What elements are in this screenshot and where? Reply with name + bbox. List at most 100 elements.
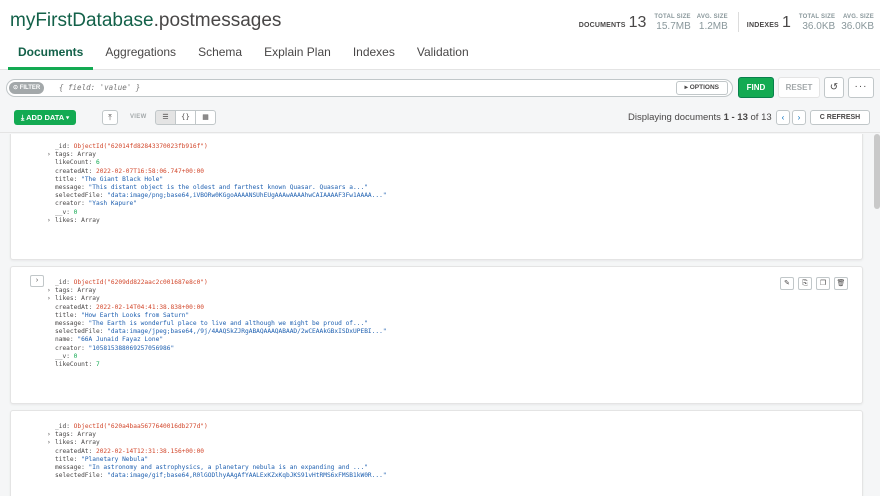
field-value: 0	[73, 352, 78, 360]
export-icon[interactable]: ⤒	[102, 110, 118, 125]
expand-document-icon[interactable]: ›	[30, 275, 44, 287]
reset-button[interactable]: RESET	[778, 77, 820, 98]
field-separator: :	[81, 319, 89, 327]
field-separator: :	[81, 344, 89, 352]
field-separator: :	[88, 159, 96, 167]
field-value: "105815388069257056986"	[88, 344, 175, 352]
field-value: "How Earth Looks from Saturn"	[81, 311, 190, 319]
filter-input[interactable]	[59, 80, 659, 96]
field-key: likes	[55, 439, 74, 447]
next-page-icon[interactable]: ›	[792, 110, 806, 125]
document-field: likeCount: 6	[55, 159, 387, 167]
expand-field-icon[interactable]: ›	[47, 431, 51, 439]
field-key: creator	[55, 344, 82, 352]
index-avg-size-value: 36.0KB	[841, 21, 874, 32]
tab-documents[interactable]: Documents	[8, 38, 94, 70]
field-separator: :	[88, 167, 96, 175]
document-field: _id: ObjectId("620a4baa5677640016db277d"…	[55, 423, 387, 431]
field-key: message	[55, 319, 82, 327]
tab-schema[interactable]: Schema	[188, 38, 252, 70]
query-toolbar: ⊙ FILTER ▸ OPTIONS FIND RESET ↺ ··· ⤓ AD…	[0, 71, 880, 133]
copy-document-icon[interactable]: ⎘	[798, 277, 812, 290]
document-field: title: "How Earth Looks from Saturn"	[55, 312, 387, 320]
index-total-size-value: 36.0KB	[802, 21, 836, 32]
stats-divider	[737, 12, 739, 32]
document-card: _id: ObjectId("620a4baa5677640016db277d"…	[10, 410, 863, 496]
field-value: "Planetary Nebula"	[81, 455, 149, 463]
field-separator: :	[66, 208, 74, 216]
options-button[interactable]: ▸ OPTIONS	[675, 81, 728, 95]
total-size-label: TOTAL SIZE	[654, 14, 691, 20]
field-separator: :	[73, 295, 82, 303]
document-field: › tags: Array	[47, 287, 387, 295]
expand-field-icon[interactable]: ›	[47, 439, 51, 447]
index-avg-size-label: AVG. SIZE	[842, 14, 874, 20]
field-key: title	[55, 455, 74, 463]
document-field: message: "This distant object is the old…	[55, 184, 387, 192]
list-view-icon[interactable]: ☰	[155, 110, 176, 125]
field-value: 6	[95, 159, 100, 167]
tab-aggregations[interactable]: Aggregations	[95, 38, 186, 70]
document-fields: _id: ObjectId("620a4baa5677640016db277d"…	[47, 423, 387, 480]
query-history-icon[interactable]: ↺	[824, 77, 844, 98]
displaying-range: 1 - 13	[723, 112, 748, 123]
indexes-count: 1	[781, 14, 791, 31]
prev-page-icon[interactable]: ‹	[776, 110, 790, 125]
field-separator: :	[81, 463, 89, 471]
field-key: selectedFile	[55, 192, 100, 200]
field-key: _id	[55, 279, 67, 286]
document-field: likeCount: 7	[55, 361, 387, 369]
more-options-icon[interactable]: ···	[848, 77, 874, 98]
field-key: title	[55, 311, 74, 319]
displaying-prefix: Displaying documents	[628, 112, 721, 123]
tab-explain-plan[interactable]: Explain Plan	[254, 38, 341, 70]
document-field: title: "The Giant Black Hole"	[55, 176, 387, 184]
document-field: name: "66A Junaid Fayaz Lone"	[55, 336, 387, 344]
field-separator: :	[66, 352, 74, 360]
document-field: › tags: Array	[47, 431, 387, 439]
edit-document-icon[interactable]: ✎	[780, 277, 794, 290]
field-value: 2022-02-07T16:58:06.747+00:00	[95, 167, 205, 175]
field-key: tags	[55, 287, 70, 295]
filter-pill-label: FILTER	[19, 85, 41, 91]
tab-indexes[interactable]: Indexes	[343, 38, 405, 70]
expand-field-icon[interactable]: ›	[47, 287, 51, 295]
database-name[interactable]: myFirstDatabase	[10, 10, 154, 31]
field-value: Array	[77, 287, 96, 295]
refresh-button[interactable]: C REFRESH	[810, 110, 870, 125]
collection-stats: DOCUMENTS 13 TOTAL SIZE 15.7MB AVG. SIZE…	[579, 10, 874, 32]
document-fields: _id: ObjectId("6209dd822aac2c001687e8c0"…	[47, 279, 387, 369]
add-data-button[interactable]: ⤓ ADD DATA ▾	[14, 110, 77, 125]
table-view-icon[interactable]: ▦	[195, 110, 216, 125]
documents-stat-label: DOCUMENTS	[578, 22, 626, 29]
field-value: ObjectId("62014fd82843370023fb916f")	[73, 143, 208, 150]
avg-size-value: 1.2MB	[698, 21, 728, 32]
field-separator: :	[73, 311, 82, 319]
expand-field-icon[interactable]: ›	[47, 217, 51, 225]
json-view-icon[interactable]: {}	[175, 110, 196, 125]
delete-document-icon[interactable]: 🗑	[834, 277, 848, 290]
tab-validation[interactable]: Validation	[407, 38, 479, 70]
scrollbar[interactable]	[874, 134, 880, 209]
index-total-size-stat: TOTAL SIZE 36.0KB	[799, 14, 835, 32]
field-value: 2022-02-14T12:31:38.156+00:00	[95, 447, 205, 455]
field-value: 0	[73, 208, 78, 216]
expand-field-icon[interactable]: ›	[47, 151, 51, 159]
expand-field-icon[interactable]: ›	[47, 295, 51, 303]
field-separator: :	[66, 423, 74, 430]
field-separator: :	[66, 279, 74, 286]
clone-document-icon[interactable]: ❐	[816, 277, 830, 290]
field-key: likes	[55, 295, 74, 303]
field-key: name	[55, 336, 70, 344]
document-fields: _id: ObjectId("62014fd82843370023fb916f"…	[47, 143, 387, 225]
field-key: creator	[55, 200, 82, 208]
collection-tabs: Documents Aggregations Schema Explain Pl…	[0, 38, 481, 70]
find-button[interactable]: FIND	[738, 77, 774, 98]
field-value: ObjectId("620a4baa5677640016db277d")	[73, 423, 208, 430]
field-key: _id	[55, 423, 67, 430]
field-value: Array	[81, 439, 100, 447]
field-separator: :	[81, 200, 89, 208]
field-separator: :	[73, 175, 82, 183]
filter-bar[interactable]: ⊙ FILTER ▸ OPTIONS	[6, 79, 733, 97]
document-field: selectedFile: "data:image/jpeg;base64,/9…	[55, 328, 387, 336]
